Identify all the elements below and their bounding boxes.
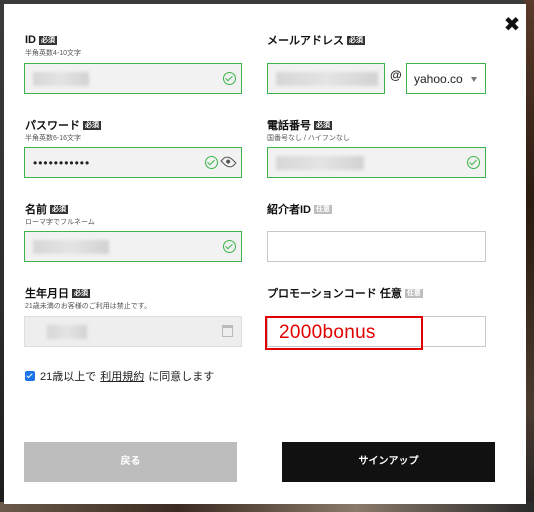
referrer-input[interactable]	[267, 231, 486, 262]
phone-label: 電話番号	[267, 120, 311, 132]
email-domain-select[interactable]: yahoo.co	[406, 63, 486, 94]
eye-icon[interactable]	[220, 153, 237, 171]
id-input[interactable]	[24, 63, 242, 94]
promo-code-value: 2000bonus	[265, 316, 423, 350]
password-label: パスワード	[25, 120, 80, 132]
calendar-icon[interactable]	[222, 325, 233, 337]
id-hint: 半角英数4-10文字	[25, 50, 82, 57]
birthdate-field-label-group: 生年月日 必須 21歳未満のお客様のご利用は禁止です。	[25, 286, 151, 310]
phone-input[interactable]	[267, 147, 486, 178]
password-value: •••••••••••	[33, 156, 91, 170]
name-value-redacted	[33, 240, 109, 254]
required-badge: 必須	[39, 35, 57, 45]
required-badge: 必須	[83, 120, 101, 130]
required-badge: 必須	[347, 35, 365, 45]
birthdate-input[interactable]	[24, 316, 242, 347]
promo-field-label-group: プロモーションコード 任意 任意	[267, 286, 423, 300]
birthdate-label: 生年月日	[25, 288, 69, 300]
promo-label: プロモーションコード 任意	[267, 288, 402, 300]
id-label: ID	[25, 34, 36, 46]
required-badge: 必須	[50, 204, 68, 214]
phone-hint: 国番号なし / ハイフンなし	[267, 135, 350, 142]
required-badge: 必須	[72, 288, 90, 298]
email-input[interactable]	[267, 63, 385, 94]
name-field-label-group: 名前 必須 ローマ字でフルネーム	[25, 202, 95, 226]
agree-suffix: に同意します	[148, 371, 215, 383]
name-label: 名前	[25, 204, 47, 216]
id-field-label-group: ID 必須 半角英数4-10文字	[25, 33, 81, 57]
at-sign: @	[390, 68, 402, 82]
valid-check-icon	[205, 156, 218, 169]
birthdate-hint: 21歳未満のお客様のご利用は禁止です。	[25, 303, 152, 310]
close-icon[interactable]: ✖	[501, 14, 523, 36]
terms-agreement: 21歳以上で 利用規約 に同意します	[25, 368, 214, 384]
valid-check-icon	[223, 240, 236, 253]
email-field-label-group: メールアドレス 必須	[267, 33, 365, 47]
name-hint: ローマ字でフルネーム	[25, 219, 95, 226]
phone-value-redacted	[276, 156, 364, 170]
valid-check-icon	[467, 156, 480, 169]
referrer-label: 紹介者ID	[267, 204, 311, 216]
email-domain-value: yahoo.co	[414, 72, 463, 86]
back-button[interactable]: 戻る	[24, 442, 237, 482]
password-input[interactable]: •••••••••••	[24, 147, 242, 178]
valid-check-icon	[223, 72, 236, 85]
optional-badge: 任意	[314, 204, 332, 214]
optional-badge: 任意	[404, 288, 423, 298]
terms-link[interactable]: 利用規約	[100, 368, 144, 384]
name-input[interactable]	[24, 231, 242, 262]
phone-field-label-group: 電話番号 必須 国番号なし / ハイフンなし	[267, 118, 350, 142]
birthdate-value-redacted	[47, 325, 87, 339]
signup-modal: ✖ ID 必須 半角英数4-10文字 メールアドレス 必須 @ yahoo.co…	[4, 4, 526, 504]
id-value-redacted	[33, 72, 89, 86]
agree-prefix: 21歳以上で	[40, 371, 97, 383]
password-field-label-group: パスワード 必須 半角英数6-16文字	[25, 118, 101, 142]
referrer-field-label-group: 紹介者ID 任意	[267, 202, 332, 216]
required-badge: 必須	[314, 120, 332, 130]
email-value-redacted	[276, 72, 378, 86]
agree-checkbox[interactable]	[25, 371, 35, 381]
password-hint: 半角英数6-16文字	[25, 135, 82, 142]
signup-button[interactable]: サインアップ	[282, 442, 495, 482]
email-label: メールアドレス	[267, 35, 344, 47]
chevron-down-icon	[471, 77, 477, 82]
